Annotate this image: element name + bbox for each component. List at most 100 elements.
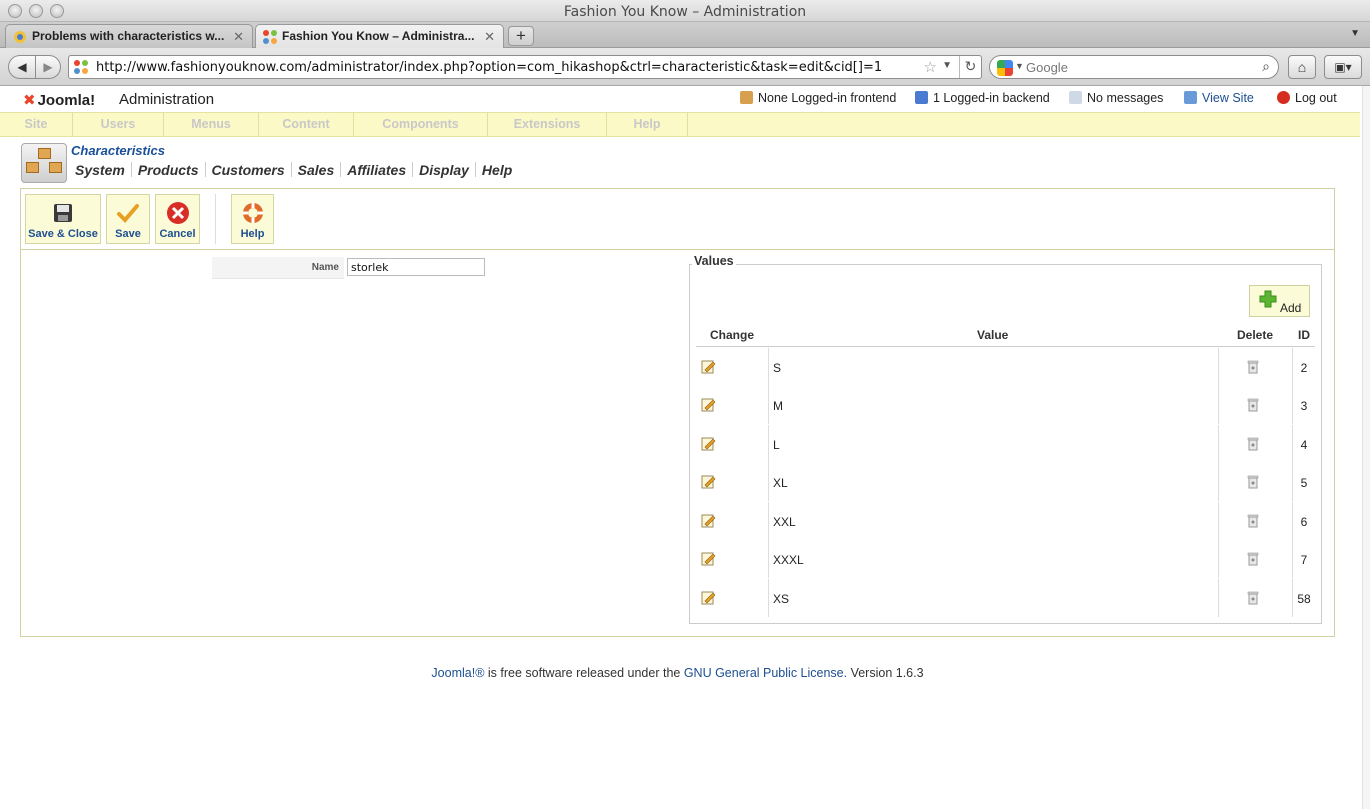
logout-link[interactable]: Log out xyxy=(1277,91,1337,105)
messages-status: No messages xyxy=(1069,91,1163,105)
tab-label: Problems with characteristics w... xyxy=(32,29,225,43)
column-header-id: ID xyxy=(1298,328,1310,342)
google-icon[interactable] xyxy=(997,60,1013,76)
submenu-customers[interactable]: Customers xyxy=(212,162,285,178)
users-icon xyxy=(915,91,928,104)
new-tab-button[interactable]: + xyxy=(508,26,534,46)
trash-icon[interactable] xyxy=(1247,514,1259,528)
tab-administration[interactable]: Fashion You Know – Administra... ✕ xyxy=(255,24,504,48)
cancel-button[interactable]: Cancel xyxy=(155,194,200,244)
search-engine-chevron-icon[interactable]: ▼ xyxy=(1015,61,1024,71)
value-cell: M xyxy=(773,399,783,413)
menu-users[interactable]: Users xyxy=(73,113,164,136)
menu-help[interactable]: Help xyxy=(607,113,688,136)
edit-icon[interactable] xyxy=(701,359,716,374)
search-icon[interactable]: ⌕ xyxy=(1262,58,1270,75)
characteristics-icon xyxy=(21,143,67,183)
back-button[interactable]: ◀ xyxy=(8,55,36,79)
menu-menus[interactable]: Menus xyxy=(164,113,259,136)
value-cell: L xyxy=(773,438,780,452)
submenu-affiliates[interactable]: Affiliates xyxy=(347,162,406,178)
id-cell: 2 xyxy=(1300,361,1308,375)
navigation-bar: ◀ ▶ http://www.fashionyouknow.com/admini… xyxy=(0,48,1370,86)
component-title: Characteristics xyxy=(71,143,165,158)
logout-icon xyxy=(1277,91,1290,104)
edit-icon[interactable] xyxy=(701,590,716,605)
search-placeholder: Google xyxy=(1026,60,1068,75)
trash-icon[interactable] xyxy=(1247,591,1259,605)
name-field[interactable] xyxy=(347,258,485,276)
reload-icon[interactable]: ↻ xyxy=(959,56,981,78)
edit-icon[interactable] xyxy=(701,474,716,489)
menu-extensions[interactable]: Extensions xyxy=(488,113,607,136)
submenu-display[interactable]: Display xyxy=(419,162,469,178)
trash-icon[interactable] xyxy=(1247,552,1259,566)
home-button[interactable]: ⌂ xyxy=(1288,55,1316,79)
lifebuoy-icon xyxy=(242,203,263,223)
save-button[interactable]: Save xyxy=(106,194,150,244)
trash-icon[interactable] xyxy=(1247,360,1259,374)
menu-components[interactable]: Components xyxy=(354,113,488,136)
id-cell: 6 xyxy=(1300,515,1308,529)
id-cell: 58 xyxy=(1297,592,1311,606)
tab-forum[interactable]: Problems with characteristics w... ✕ xyxy=(5,24,253,48)
menu-content[interactable]: Content xyxy=(259,113,354,136)
submenu-products[interactable]: Products xyxy=(138,162,199,178)
edit-icon[interactable] xyxy=(701,551,716,566)
floppy-disk-icon xyxy=(54,204,72,222)
footer-text: is free software released under the xyxy=(484,666,684,680)
value-cell: XL xyxy=(773,476,788,490)
view-site-link[interactable]: View Site xyxy=(1184,91,1254,105)
table-row: M3 xyxy=(696,386,1315,424)
table-row: S2 xyxy=(696,348,1315,386)
user-icon xyxy=(740,91,753,104)
joomla-favicon-icon xyxy=(74,60,88,74)
page-scrollbar[interactable] xyxy=(1362,86,1370,809)
close-tab-icon[interactable]: ✕ xyxy=(484,25,495,48)
joomla-link[interactable]: Joomla!® xyxy=(431,666,484,680)
edit-icon[interactable] xyxy=(701,436,716,451)
table-row: XXL 6 xyxy=(696,502,1315,540)
forward-button[interactable]: ▶ xyxy=(35,55,61,79)
edit-icon[interactable] xyxy=(701,513,716,528)
id-cell: 4 xyxy=(1300,438,1308,452)
trash-icon[interactable] xyxy=(1247,437,1259,451)
main-menu: Site Users Menus Content Components Exte… xyxy=(0,112,1360,137)
tab-list-chevron-icon[interactable]: ▼ xyxy=(1350,28,1360,39)
edit-icon[interactable] xyxy=(701,397,716,412)
submenu-help[interactable]: Help xyxy=(482,162,512,178)
id-cell: 5 xyxy=(1300,476,1308,490)
table-row: XS 58 xyxy=(696,579,1315,617)
menu-site[interactable]: Site xyxy=(0,113,73,136)
trash-icon[interactable] xyxy=(1247,475,1259,489)
values-legend: Values xyxy=(692,254,736,268)
footer-version: Version 1.6.3 xyxy=(847,666,924,680)
url-text: http://www.fashionyouknow.com/administra… xyxy=(96,60,883,75)
cancel-icon xyxy=(166,202,189,224)
bookmarks-menu-button[interactable]: ▣▾ xyxy=(1324,55,1362,79)
close-tab-icon[interactable]: ✕ xyxy=(233,25,244,48)
value-cell: XXL xyxy=(773,515,796,529)
gpl-link[interactable]: GNU General Public License. xyxy=(684,666,847,680)
add-value-button[interactable]: Add xyxy=(1249,285,1310,317)
trash-icon[interactable] xyxy=(1247,398,1259,412)
footer: Joomla!® is free software released under… xyxy=(0,666,1355,680)
submenu-sales[interactable]: Sales xyxy=(298,162,335,178)
bookmark-star-icon[interactable]: ☆ xyxy=(924,58,937,76)
window-title: Fashion You Know – Administration xyxy=(563,4,807,20)
frontend-users-status: None Logged-in frontend xyxy=(740,91,896,105)
url-field[interactable]: http://www.fashionyouknow.com/administra… xyxy=(68,55,982,79)
admin-header: ✖ Joomla! Administration None Logged-in f… xyxy=(0,86,1360,112)
help-button[interactable]: Help xyxy=(231,194,274,244)
plus-icon xyxy=(1259,290,1277,308)
save-close-button[interactable]: Save & Close xyxy=(25,194,101,244)
id-cell: 7 xyxy=(1300,553,1308,567)
history-dropdown-icon[interactable]: ▼ xyxy=(942,60,952,71)
component-submenu: System Products Customers Sales Affiliates Di… xyxy=(75,162,512,178)
value-cell: S xyxy=(773,361,782,375)
window-titlebar: Fashion You Know – Administration xyxy=(0,0,1370,22)
search-field[interactable]: ▼ Google ⌕ xyxy=(989,55,1279,79)
joomla-favicon-icon xyxy=(263,30,277,44)
submenu-system[interactable]: System xyxy=(75,162,125,178)
column-header-delete: Delete xyxy=(1237,328,1274,342)
